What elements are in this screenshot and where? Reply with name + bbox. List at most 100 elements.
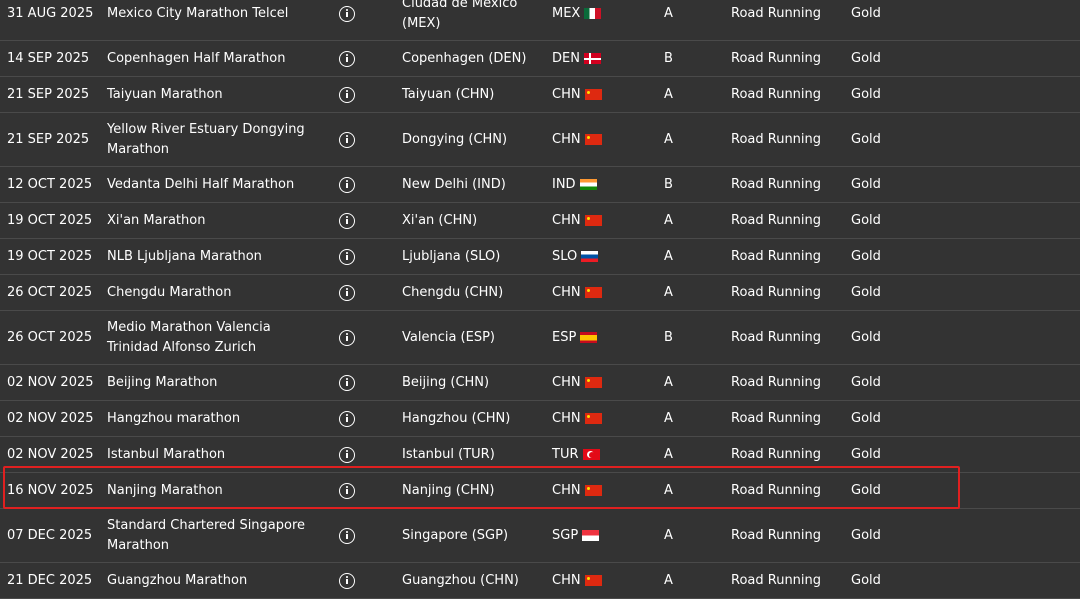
event-category: A (664, 374, 673, 390)
event-name[interactable]: NLB Ljubljana Marathon (107, 239, 322, 274)
country-code: CHN (552, 410, 581, 426)
tur-flag-icon (582, 449, 600, 460)
info-icon[interactable] (339, 482, 355, 499)
info-icon[interactable] (339, 374, 355, 391)
info-button[interactable] (337, 311, 357, 364)
table-row[interactable]: 14 SEP 2025 Copenhagen Half Marathon Copen… (0, 41, 1080, 77)
event-name[interactable]: Beijing Marathon (107, 365, 322, 400)
event-name[interactable]: Guangzhou Marathon (107, 563, 322, 598)
table-row[interactable]: 02 NOV 2025 Beijing Marathon Beijing (CHN)… (0, 365, 1080, 401)
event-name[interactable]: Istanbul Marathon (107, 437, 322, 472)
event-date: 02 NOV 2025 (7, 446, 94, 462)
event-location: Nanjing (CHN) (402, 482, 495, 498)
event-name[interactable]: Mexico City Marathon Telcel (107, 0, 322, 40)
event-type: Road Running (731, 212, 822, 228)
event-location: Dongying (CHN) (402, 131, 508, 147)
event-location: Xi'an (CHN) (402, 212, 478, 228)
info-button[interactable] (337, 167, 357, 202)
table-row[interactable]: 12 OCT 2025 Vedanta Delhi Half Marathon Ne… (0, 167, 1080, 203)
info-icon[interactable] (339, 446, 355, 463)
event-type: Road Running (731, 410, 822, 426)
event-name[interactable]: Standard Chartered Singapore Marathon (107, 509, 322, 562)
event-location: New Delhi (IND) (402, 176, 506, 192)
info-button[interactable] (337, 365, 357, 400)
event-name[interactable]: Chengdu Marathon (107, 275, 322, 310)
info-button[interactable] (337, 239, 357, 274)
event-name[interactable]: Nanjing Marathon (107, 473, 322, 508)
event-type: Road Running (731, 572, 822, 588)
table-row[interactable]: 21 DEC 2025 Guangzhou Marathon Guangzhou (… (0, 563, 1080, 599)
table-row[interactable]: 07 DEC 2025 Standard Chartered Singapore … (0, 509, 1080, 563)
table-row[interactable]: 26 OCT 2025 Chengdu Marathon Chengdu (CHN)… (0, 275, 1080, 311)
country-code: CHN (552, 131, 581, 147)
country-cell: CHN (552, 203, 612, 238)
info-icon[interactable] (339, 527, 355, 544)
info-button[interactable] (337, 437, 357, 472)
info-icon[interactable] (339, 329, 355, 346)
event-date: 31 AUG 2025 (7, 5, 94, 21)
info-button[interactable] (337, 0, 357, 40)
info-icon[interactable] (339, 131, 355, 148)
info-button[interactable] (337, 509, 357, 562)
esp-flag-icon (580, 332, 598, 343)
info-button[interactable] (337, 77, 357, 112)
country-cell: CHN (552, 401, 612, 436)
event-type: Road Running (731, 527, 822, 543)
info-button[interactable] (337, 41, 357, 76)
info-button[interactable] (337, 473, 357, 508)
table-row[interactable]: 21 SEP 2025 Yellow River Estuary Dongying… (0, 113, 1080, 167)
table-row[interactable]: 19 OCT 2025 Xi'an Marathon Xi'an (CHN) CHN A… (0, 203, 1080, 239)
country-cell: CHN (552, 563, 612, 598)
event-type: Road Running (731, 86, 822, 102)
event-name[interactable]: Vedanta Delhi Half Marathon (107, 167, 322, 202)
info-icon[interactable] (339, 212, 355, 229)
event-date: 16 NOV 2025 (7, 482, 94, 498)
info-button[interactable] (337, 275, 357, 310)
table-row[interactable]: 21 SEP 2025 Taiyuan Marathon Taiyuan (CHN)… (0, 77, 1080, 113)
calendar-table: 31 AUG 2025 Mexico City Marathon Telcel Ci… (0, 0, 1080, 599)
event-name[interactable]: Taiyuan Marathon (107, 77, 322, 112)
table-row[interactable]: 31 AUG 2025 Mexico City Marathon Telcel Ci… (0, 0, 1080, 41)
info-icon[interactable] (339, 5, 355, 22)
info-icon[interactable] (339, 284, 355, 301)
table-row[interactable]: 19 OCT 2025 NLB Ljubljana Marathon Ljublja… (0, 239, 1080, 275)
event-label: Gold (851, 482, 881, 498)
chn-flag-icon (584, 134, 602, 145)
country-code: CHN (552, 482, 581, 498)
event-category: A (664, 86, 673, 102)
event-date: 21 SEP 2025 (7, 131, 90, 147)
table-row[interactable]: 16 NOV 2025 Nanjing Marathon Nanjing (CHN)… (0, 473, 1080, 509)
event-label: Gold (851, 5, 881, 21)
table-row[interactable]: 02 NOV 2025 Istanbul Marathon Istanbul (TU… (0, 437, 1080, 473)
event-date: 07 DEC 2025 (7, 527, 93, 543)
info-icon[interactable] (339, 176, 355, 193)
info-icon[interactable] (339, 248, 355, 265)
event-type: Road Running (731, 482, 822, 498)
event-name[interactable]: Hangzhou marathon (107, 401, 322, 436)
country-code: MEX (552, 5, 581, 21)
country-cell: CHN (552, 77, 612, 112)
chn-flag-icon (584, 377, 602, 388)
country-cell: ESP (552, 311, 612, 364)
table-row[interactable]: 02 NOV 2025 Hangzhou marathon Hangzhou (CH… (0, 401, 1080, 437)
info-button[interactable] (337, 113, 357, 166)
event-category: B (664, 50, 673, 66)
info-icon[interactable] (339, 86, 355, 103)
event-type: Road Running (731, 248, 822, 264)
info-button[interactable] (337, 401, 357, 436)
event-category: A (664, 212, 673, 228)
table-row[interactable]: 26 OCT 2025 Medio Marathon Valencia Trini… (0, 311, 1080, 365)
info-icon[interactable] (339, 50, 355, 67)
event-name[interactable]: Yellow River Estuary Dongying Marathon (107, 113, 322, 166)
info-button[interactable] (337, 563, 357, 598)
sgp-flag-icon (582, 530, 600, 541)
info-icon[interactable] (339, 410, 355, 427)
event-label: Gold (851, 176, 881, 192)
info-button[interactable] (337, 203, 357, 238)
event-name[interactable]: Xi'an Marathon (107, 203, 322, 238)
event-location: Taiyuan (CHN) (402, 86, 495, 102)
event-type: Road Running (731, 50, 822, 66)
event-name[interactable]: Medio Marathon Valencia Trinidad Alfonso… (107, 311, 322, 364)
event-name[interactable]: Copenhagen Half Marathon (107, 41, 322, 76)
info-icon[interactable] (339, 572, 355, 589)
